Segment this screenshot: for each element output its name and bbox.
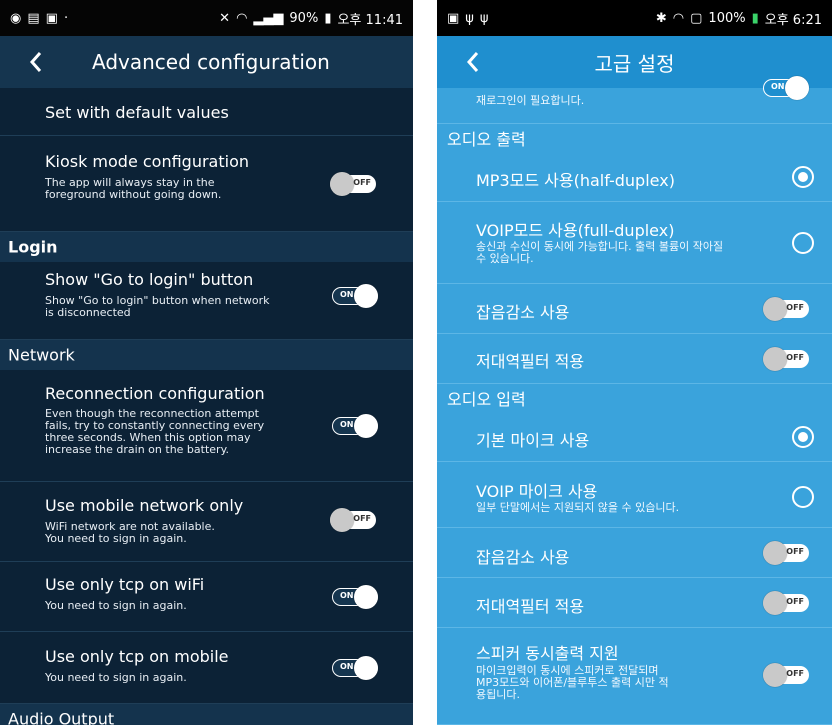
tcp-mobile-item[interactable]: Use only tcp on mobile You need to sign … <box>0 632 413 704</box>
set-default-values-item[interactable]: Set with default values <box>0 88 413 136</box>
app-bar: Advanced configuration <box>0 36 413 88</box>
default-mic-radio[interactable] <box>792 426 814 448</box>
section-header-network: Network <box>0 340 413 370</box>
item-label: Set with default values <box>45 103 229 122</box>
lowband-filter-output-item[interactable]: 저대역필터 적용 OFF <box>437 334 832 384</box>
chevron-left-icon <box>466 52 479 72</box>
item-description: You need to sign in again. <box>45 671 187 684</box>
korean-settings-screen: ▣ ψ ψ ✱ ◠ ▢ 100% ▮ 오후 6:21 고급 설정 재로그인이 필… <box>437 0 832 725</box>
battery-percent: 100% <box>708 10 746 26</box>
lowband-filter-output-toggle[interactable]: OFF <box>763 347 809 371</box>
image-icon: ▣ <box>447 10 460 26</box>
item-label: Use only tcp on mobile <box>45 647 229 666</box>
page-title: Advanced configuration <box>92 50 330 74</box>
item-label: VOIP모드 사용(full-duplex) <box>476 221 675 240</box>
item-label: Use only tcp on wiFi <box>45 575 205 594</box>
voip-mode-radio[interactable] <box>792 232 814 254</box>
nfc-icon: ▢ <box>690 10 703 26</box>
message-icon: ▤ <box>27 10 40 26</box>
dot-icon: · <box>63 10 69 26</box>
settings-list: Set with default values Kiosk mode confi… <box>0 88 413 725</box>
item-label: VOIP 마이크 사용 <box>476 482 598 501</box>
item-description: Even though the reconnection attempt fai… <box>45 407 265 456</box>
tcp-wifi-item[interactable]: Use only tcp on wiFi You need to sign in… <box>0 562 413 632</box>
status-bar: ◉ ▤ ▣ · ✕ ◠ ▂▄▆ 90% ▮ 오후 11:41 <box>0 0 413 36</box>
battery-percent: 90% <box>289 10 319 26</box>
wifi-icon: ◠ <box>672 10 685 26</box>
default-mic-item[interactable]: 기본 마이크 사용 <box>437 412 832 462</box>
back-button[interactable] <box>20 46 52 78</box>
tcp-wifi-toggle[interactable]: ON <box>332 585 378 609</box>
page-title: 고급 설정 <box>594 51 675 76</box>
tcp-mobile-toggle[interactable]: ON <box>332 656 378 680</box>
noise-reduction-input-item[interactable]: 잡음감소 사용 OFF <box>437 528 832 578</box>
item-label: Use mobile network only <box>45 496 244 515</box>
signal-icon: ▂▄▆ <box>253 10 284 26</box>
item-description: 일부 단말에서는 지원되지 않을 수 있습니다. <box>476 501 680 514</box>
notification-icon: ◉ <box>10 10 22 26</box>
usb-icon: ψ <box>479 10 489 26</box>
battery-icon: ▮ <box>324 10 332 26</box>
item-label: Show "Go to login" button <box>45 270 254 289</box>
back-button[interactable] <box>457 46 489 78</box>
kiosk-mode-item[interactable]: Kiosk mode configuration The app will al… <box>0 136 413 232</box>
go-to-login-item[interactable]: Show "Go to login" button Show "Go to lo… <box>0 262 413 340</box>
section-header-audio-input: 오디오 입력 <box>437 384 832 412</box>
image-icon: ▣ <box>45 10 58 26</box>
reconnection-item[interactable]: Reconnection configuration Even though t… <box>0 370 413 482</box>
item-description: You need to sign in again. <box>45 599 187 612</box>
relogin-toggle[interactable]: ON <box>763 76 809 100</box>
speaker-simultaneous-toggle[interactable]: OFF <box>763 663 809 687</box>
voip-mode-item[interactable]: VOIP모드 사용(full-duplex) 송신과 수신이 동시에 가능합니다… <box>437 202 832 284</box>
section-header-login: Login <box>0 232 413 262</box>
noise-reduction-output-toggle[interactable]: OFF <box>763 297 809 321</box>
item-label: Reconnection configuration <box>45 384 265 403</box>
mobile-network-only-item[interactable]: Use mobile network only WiFi network are… <box>0 482 413 562</box>
noise-reduction-input-toggle[interactable]: OFF <box>763 541 809 565</box>
item-label: 잡음감소 사용 <box>476 548 570 567</box>
bluetooth-icon: ✱ <box>655 10 667 26</box>
mp3-mode-item[interactable]: MP3모드 사용(half-duplex) <box>437 152 832 202</box>
lowband-filter-input-toggle[interactable]: OFF <box>763 591 809 615</box>
item-label: 저대역필터 적용 <box>476 597 585 616</box>
section-header-audio-output: Audio Output <box>0 704 413 725</box>
english-settings-screen: ◉ ▤ ▣ · ✕ ◠ ▂▄▆ 90% ▮ 오후 11:41 Advanced … <box>0 0 413 725</box>
lowband-filter-input-item[interactable]: 저대역필터 적용 OFF <box>437 578 832 628</box>
clock: 오후 11:41 <box>337 12 403 28</box>
usb-icon: ψ <box>465 10 474 26</box>
chevron-left-icon <box>29 52 42 72</box>
go-to-login-toggle[interactable]: ON <box>332 284 378 308</box>
item-description: 재로그인이 필요합니다. <box>476 94 585 107</box>
item-label: 저대역필터 적용 <box>476 352 585 371</box>
relogin-item[interactable]: 재로그인이 필요합니다. ON <box>437 76 832 124</box>
item-description: The app will always stay in the foregrou… <box>45 176 222 201</box>
kiosk-mode-toggle[interactable]: OFF <box>330 172 376 196</box>
clock: 오후 6:21 <box>764 12 822 28</box>
item-label: 스피커 동시출력 지원 <box>476 644 619 663</box>
noise-reduction-output-item[interactable]: 잡음감소 사용 OFF <box>437 284 832 334</box>
battery-icon: ▮ <box>751 10 759 26</box>
item-description: Show "Go to login" button when network i… <box>45 294 270 319</box>
item-label: MP3모드 사용(half-duplex) <box>476 171 675 190</box>
settings-list: 재로그인이 필요합니다. ON 오디오 출력 MP3모드 사용(half-dup… <box>437 76 832 725</box>
item-description: 마이크입력이 동시에 스피커로 전달되며 MP3모드와 이어폰/블루투스 출력 … <box>476 664 669 701</box>
voip-mic-radio[interactable] <box>792 486 814 508</box>
item-description: 송신과 수신이 동시에 가능합니다. 출력 볼륨이 작아질 수 있습니다. <box>476 240 724 265</box>
voip-mic-item[interactable]: VOIP 마이크 사용 일부 단말에서는 지원되지 않을 수 있습니다. <box>437 462 832 528</box>
item-label: 잡음감소 사용 <box>476 303 570 322</box>
item-label: 기본 마이크 사용 <box>476 431 590 450</box>
speaker-simultaneous-item[interactable]: 스피커 동시출력 지원 마이크입력이 동시에 스피커로 전달되며 MP3모드와 … <box>437 628 832 725</box>
mute-icon: ✕ <box>219 10 231 26</box>
mobile-network-only-toggle[interactable]: OFF <box>330 508 376 532</box>
mp3-mode-radio[interactable] <box>792 166 814 188</box>
wifi-icon: ◠ <box>236 10 248 26</box>
item-label: Kiosk mode configuration <box>45 152 250 171</box>
section-header-audio-output: 오디오 출력 <box>437 124 832 152</box>
item-description: WiFi network are not available. You need… <box>45 520 215 545</box>
status-bar: ▣ ψ ψ ✱ ◠ ▢ 100% ▮ 오후 6:21 <box>437 0 832 36</box>
reconnection-toggle[interactable]: ON <box>332 414 378 438</box>
